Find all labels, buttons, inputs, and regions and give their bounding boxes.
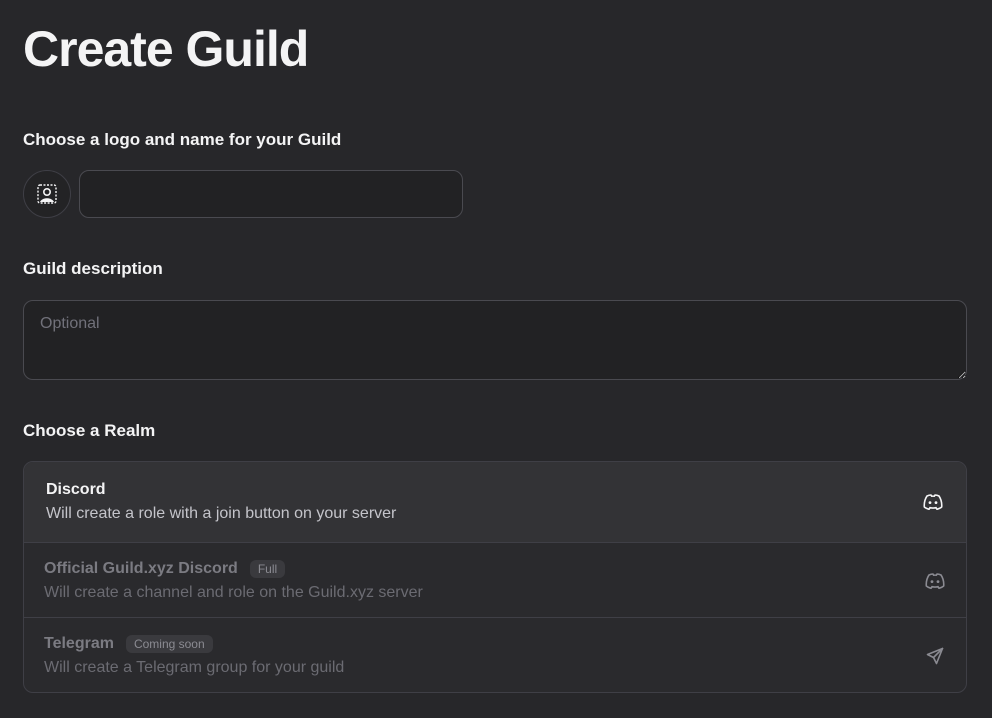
realm-option-text: Discord Will create a role with a join b… bbox=[46, 480, 396, 524]
discord-icon bbox=[922, 491, 944, 513]
realm-option-telegram[interactable]: Telegram Coming soon Will create a Teleg… bbox=[24, 617, 966, 692]
realm-section-label: Choose a Realm bbox=[23, 421, 156, 440]
realm-option-description: Will create a Telegram group for your gu… bbox=[44, 658, 345, 676]
logo-upload-button[interactable] bbox=[23, 170, 71, 218]
logo-name-section-label: Choose a logo and name for your Guild bbox=[23, 130, 342, 149]
realm-option-description: Will create a role with a join button on… bbox=[46, 505, 397, 522]
guild-description-textarea[interactable] bbox=[23, 300, 967, 380]
create-guild-page: Create Guild Choose a logo and name for … bbox=[0, 0, 992, 718]
realm-option-name: Telegram bbox=[44, 634, 114, 652]
photo-upload-icon bbox=[37, 184, 57, 204]
telegram-icon bbox=[924, 645, 946, 667]
realm-option-description: Will create a channel and role on the Gu… bbox=[44, 583, 423, 601]
status-badge: Full bbox=[249, 559, 286, 578]
realm-option-official-guild-discord[interactable]: Official Guild.xyz Discord Full Will cre… bbox=[24, 542, 966, 618]
realm-option-name: Official Guild.xyz Discord bbox=[44, 559, 238, 577]
realm-option-name: Discord bbox=[46, 481, 106, 498]
realm-option-list: Discord Will create a role with a join b… bbox=[23, 461, 967, 693]
realm-option-text: Official Guild.xyz Discord Full Will cre… bbox=[44, 559, 423, 603]
guild-name-input[interactable] bbox=[79, 170, 463, 218]
description-section-label: Guild description bbox=[23, 259, 163, 278]
discord-icon bbox=[924, 570, 946, 592]
realm-option-text: Telegram Coming soon Will create a Teleg… bbox=[44, 634, 344, 678]
status-badge: Coming soon bbox=[125, 634, 213, 653]
realm-option-discord[interactable]: Discord Will create a role with a join b… bbox=[24, 462, 966, 542]
page-title: Create Guild bbox=[23, 21, 309, 77]
